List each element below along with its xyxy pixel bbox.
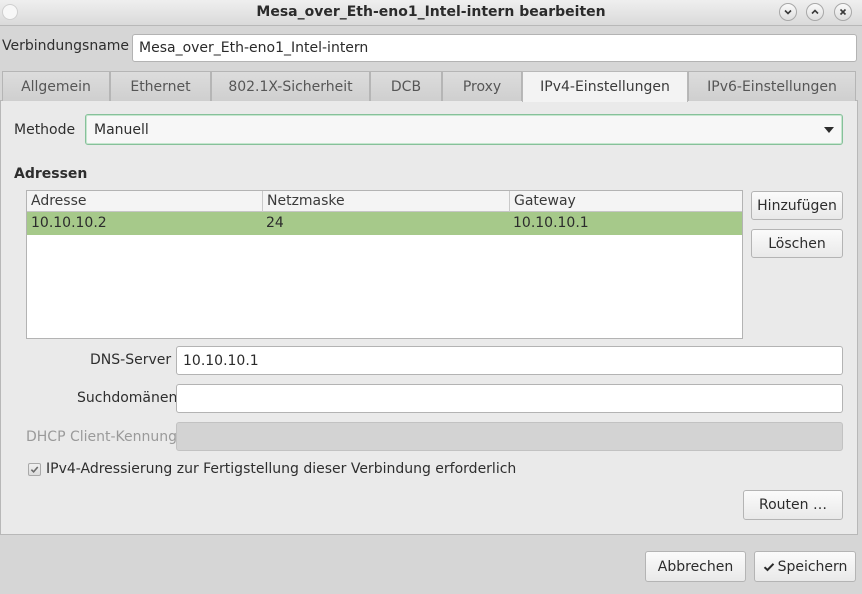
method-label: Methode (14, 122, 76, 138)
method-dropdown[interactable]: Manuell (85, 114, 843, 145)
tab-ipv6-settings[interactable]: IPv6-Einstellungen (688, 71, 856, 101)
dropdown-arrow-icon (824, 126, 834, 133)
tab-ipv4-settings[interactable]: IPv4-Einstellungen (522, 71, 688, 102)
chevron-down-icon (784, 9, 792, 15)
table-header: Adresse Netzmaske Gateway (27, 191, 742, 212)
method-value: Manuell (94, 121, 149, 138)
maximize-button[interactable] (806, 3, 824, 21)
routes-button[interactable]: Routen … (743, 490, 843, 520)
search-domains-input[interactable] (176, 384, 843, 413)
column-header-address[interactable]: Adresse (27, 191, 263, 212)
connection-name-value: Mesa_over_Eth-eno1_Intel-intern (139, 40, 369, 56)
addresses-heading: Adressen (14, 166, 88, 182)
add-address-button[interactable]: Hinzufügen (751, 191, 843, 220)
cell-netmask[interactable]: 24 (262, 212, 509, 235)
close-button[interactable] (834, 3, 852, 21)
require-ipv4-checkbox[interactable] (28, 463, 41, 476)
checkmark-icon (763, 562, 774, 571)
connection-name-input[interactable]: Mesa_over_Eth-eno1_Intel-intern (132, 34, 857, 62)
tab-ethernet[interactable]: Ethernet (110, 71, 211, 101)
dns-server-value: 10.10.10.1 (183, 352, 259, 369)
minimize-button[interactable] (779, 3, 797, 21)
chevron-up-icon (811, 9, 819, 15)
tab-allgemein[interactable]: Allgemein (2, 71, 110, 101)
column-header-gateway[interactable]: Gateway (510, 191, 742, 212)
tab-strip: Allgemein Ethernet 802.1X-Sicherheit DCB… (0, 71, 862, 102)
tab-dcb[interactable]: DCB (370, 71, 442, 101)
delete-address-button[interactable]: Löschen (751, 229, 843, 258)
dhcp-client-id-input (176, 422, 843, 451)
addresses-table[interactable]: Adresse Netzmaske Gateway 10.10.10.2 24 … (26, 190, 743, 339)
dns-server-input[interactable]: 10.10.10.1 (176, 346, 843, 375)
save-button[interactable]: Speichern (754, 551, 856, 582)
cancel-button[interactable]: Abbrechen (645, 551, 746, 582)
window-title: Mesa_over_Eth-eno1_Intel-intern bearbeit… (256, 4, 606, 20)
dns-server-label: DNS-Server (90, 352, 172, 368)
dhcp-client-id-label: DHCP Client-Kennung (26, 429, 178, 445)
close-icon (839, 8, 847, 16)
cell-gateway[interactable]: 10.10.10.1 (509, 212, 741, 235)
connection-name-label: Verbindungsname (2, 38, 130, 54)
checkmark-icon (30, 466, 39, 474)
require-ipv4-label[interactable]: IPv4-Adressierung zur Fertigstellung die… (46, 461, 516, 477)
search-domains-label: Suchdomänen (77, 390, 178, 406)
column-header-netmask[interactable]: Netzmaske (263, 191, 510, 212)
save-button-label: Speichern (777, 558, 848, 575)
cell-address[interactable]: 10.10.10.2 (27, 212, 263, 235)
tab-proxy[interactable]: Proxy (442, 71, 522, 101)
table-row[interactable]: 10.10.10.2 24 10.10.10.1 (27, 212, 742, 235)
tab-8021x-security[interactable]: 802.1X-Sicherheit (211, 71, 370, 101)
